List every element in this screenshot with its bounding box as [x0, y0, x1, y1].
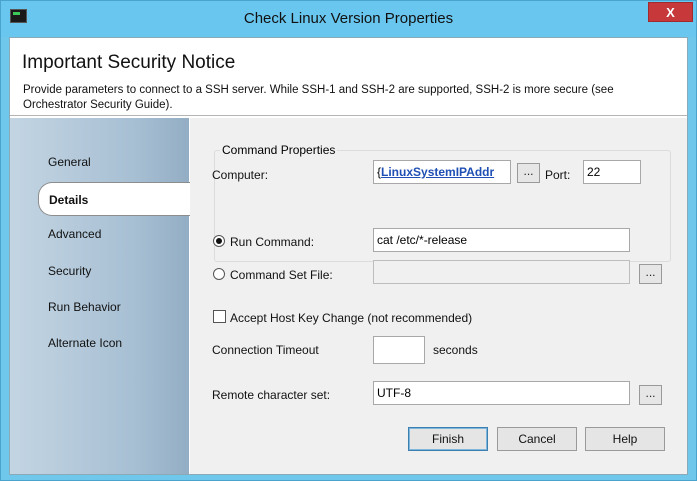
- sidebar: General Details Advanced Security Run Be…: [10, 118, 190, 474]
- header-title: Important Security Notice: [22, 52, 236, 73]
- command-set-file-label[interactable]: Command Set File:: [230, 268, 333, 282]
- sidebar-item-advanced[interactable]: Advanced: [48, 224, 101, 244]
- sidebar-item-general[interactable]: General: [48, 152, 91, 172]
- remote-charset-label: Remote character set:: [212, 388, 331, 402]
- header-description: Provide parameters to connect to a SSH s…: [23, 84, 614, 111]
- port-field[interactable]: 22: [583, 160, 641, 184]
- command-set-file-browse-button[interactable]: ...: [639, 264, 662, 284]
- connection-timeout-field[interactable]: [373, 336, 425, 364]
- dialog-header: Important Security Notice Provide parame…: [10, 38, 687, 116]
- accept-host-key-checkbox[interactable]: [213, 310, 226, 323]
- computer-browse-button[interactable]: ...: [517, 163, 540, 183]
- sidebar-item-security[interactable]: Security: [48, 261, 91, 281]
- command-properties-label: Command Properties: [220, 143, 338, 157]
- close-button[interactable]: X: [648, 2, 693, 22]
- seconds-label: seconds: [433, 343, 478, 357]
- computer-field[interactable]: {LinuxSystemIPAddr: [373, 160, 511, 184]
- accept-host-key-label[interactable]: Accept Host Key Change (not recommended): [230, 311, 472, 325]
- port-label: Port:: [545, 168, 571, 182]
- title-bar[interactable]: Check Linux Version Properties X: [1, 1, 696, 37]
- command-set-file-radio[interactable]: [213, 268, 225, 280]
- computer-label: Computer:: [212, 168, 269, 182]
- sidebar-item-run-behavior[interactable]: Run Behavior: [48, 297, 121, 317]
- help-button[interactable]: Help: [585, 427, 665, 451]
- sidebar-item-alternate-icon[interactable]: Alternate Icon: [48, 333, 122, 353]
- run-command-label[interactable]: Run Command:: [230, 235, 314, 249]
- dialog-client: Important Security Notice Provide parame…: [9, 37, 688, 475]
- run-command-radio[interactable]: [213, 235, 225, 247]
- details-panel: Command Properties Computer: {LinuxSyste…: [190, 118, 687, 474]
- remote-charset-field[interactable]: UTF-8: [373, 381, 630, 405]
- remote-charset-browse-button[interactable]: ...: [639, 385, 662, 405]
- window-title: Check Linux Version Properties: [243, 10, 454, 27]
- finish-button[interactable]: Finish: [408, 427, 488, 451]
- command-set-file-field[interactable]: [373, 260, 630, 284]
- connection-timeout-label: Connection Timeout: [212, 343, 319, 357]
- properties-window: Check Linux Version Properties X Importa…: [0, 0, 697, 481]
- computer-variable[interactable]: LinuxSystemIPAddr: [381, 165, 494, 179]
- sidebar-item-details[interactable]: Details: [38, 182, 190, 216]
- cancel-button[interactable]: Cancel: [497, 427, 577, 451]
- run-command-field[interactable]: cat /etc/*-release: [373, 228, 630, 252]
